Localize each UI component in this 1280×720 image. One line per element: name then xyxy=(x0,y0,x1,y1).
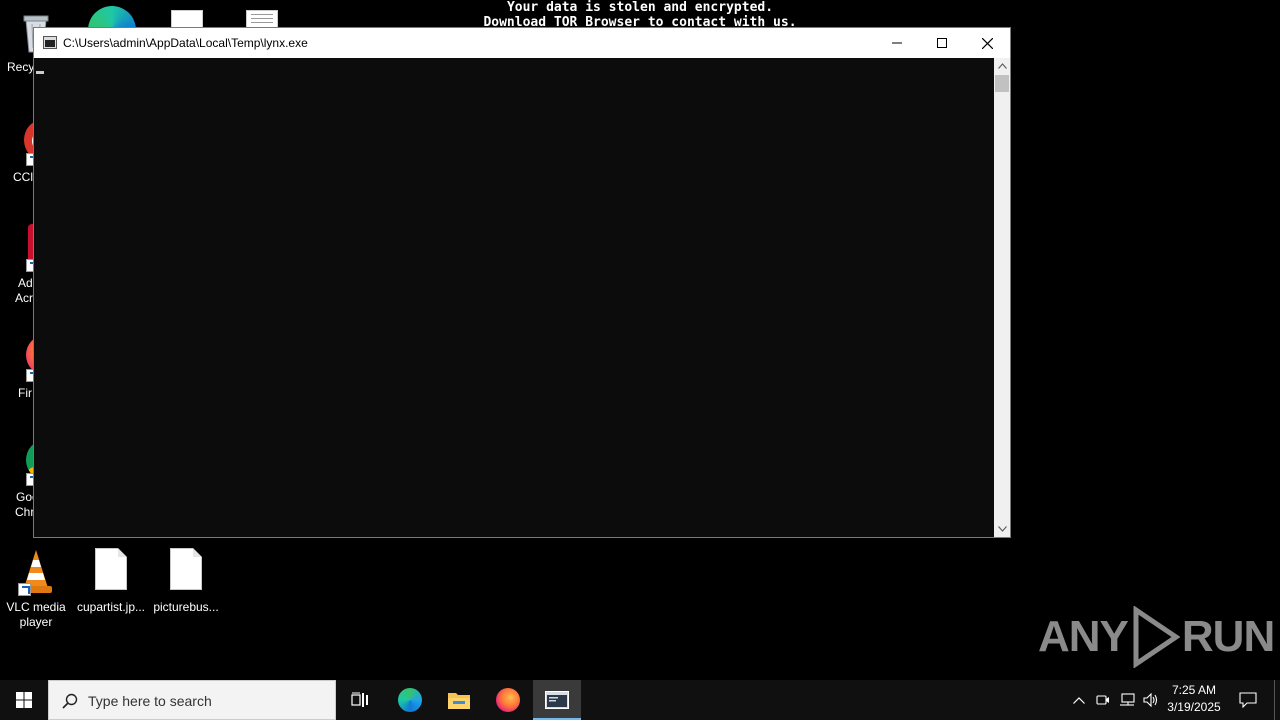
edge-icon xyxy=(398,688,422,712)
search-icon xyxy=(62,693,78,709)
taskbar-clock[interactable]: 7:25 AM 3/19/2025 xyxy=(1162,682,1226,716)
scroll-down-button[interactable] xyxy=(994,521,1010,537)
scroll-up-button[interactable] xyxy=(994,58,1010,74)
taskbar-firefox[interactable] xyxy=(484,680,532,720)
notification-center-button[interactable] xyxy=(1234,680,1262,720)
play-logo-icon xyxy=(1133,606,1180,668)
network-icon xyxy=(1120,693,1135,706)
file-icon xyxy=(87,548,135,596)
file-icon xyxy=(162,548,210,596)
task-view-icon xyxy=(351,692,368,707)
console-window[interactable]: C:\Users\admin\AppData\Local\Temp\lynx.e… xyxy=(33,27,1011,538)
console-output[interactable] xyxy=(34,58,994,537)
search-placeholder: Type here to search xyxy=(88,693,212,709)
text-cursor xyxy=(36,71,44,74)
tray-overflow-button[interactable] xyxy=(1068,680,1090,720)
chevron-down-icon xyxy=(997,526,1007,532)
chevron-up-icon xyxy=(997,63,1007,69)
file-icon-top-2[interactable] xyxy=(246,10,278,28)
minimize-icon xyxy=(892,42,902,44)
maximize-button[interactable] xyxy=(919,28,965,58)
vlc-cone-icon xyxy=(12,548,60,596)
volume-icon xyxy=(1143,693,1158,707)
clock-time: 7:25 AM xyxy=(1171,683,1217,697)
task-view-button[interactable] xyxy=(336,680,384,720)
taskbar: Type here to search 7:25 AM 3/19/2025 xyxy=(0,680,1280,720)
taskbar-file-explorer[interactable] xyxy=(435,680,483,720)
notification-icon xyxy=(1239,692,1257,708)
console-app-icon xyxy=(43,36,57,49)
chevron-up-icon xyxy=(1073,696,1085,704)
close-icon xyxy=(981,37,993,49)
maximize-icon xyxy=(937,38,947,48)
close-button[interactable] xyxy=(964,28,1010,58)
taskbar-console-app[interactable] xyxy=(533,680,581,720)
show-desktop-button[interactable] xyxy=(1274,680,1280,720)
network-button[interactable] xyxy=(1116,680,1138,720)
start-icon xyxy=(16,692,32,708)
file-icon-top-1[interactable] xyxy=(171,10,203,28)
taskbar-search-box[interactable]: Type here to search xyxy=(48,680,336,720)
desktop-icon-vlc[interactable]: VLC media player xyxy=(0,548,74,630)
start-button[interactable] xyxy=(0,680,48,720)
minimize-button[interactable] xyxy=(874,28,920,58)
console-app-icon xyxy=(545,691,569,709)
anyrun-watermark: ANY RUN xyxy=(1038,606,1275,668)
desktop-icon-cupartist[interactable]: cupartist.jp... xyxy=(73,548,149,615)
desktop: Your data is stolen and encrypted. Downl… xyxy=(0,0,1280,680)
shortcut-arrow-icon xyxy=(18,583,31,596)
edge-desktop-icon[interactable] xyxy=(88,6,136,28)
taskbar-edge[interactable] xyxy=(386,680,434,720)
window-titlebar[interactable]: C:\Users\admin\AppData\Local\Temp\lynx.e… xyxy=(34,28,1010,58)
meet-now-icon xyxy=(1096,695,1109,705)
meet-now-button[interactable] xyxy=(1092,680,1114,720)
desktop-icon-picturebus[interactable]: picturebus... xyxy=(148,548,224,615)
firefox-icon xyxy=(496,688,520,712)
volume-button[interactable] xyxy=(1140,680,1162,720)
scroll-thumb[interactable] xyxy=(995,75,1009,92)
file-explorer-icon xyxy=(448,693,470,709)
vertical-scrollbar[interactable] xyxy=(994,58,1010,537)
window-title: C:\Users\admin\AppData\Local\Temp\lynx.e… xyxy=(63,36,308,50)
clock-date: 3/19/2025 xyxy=(1167,700,1221,714)
